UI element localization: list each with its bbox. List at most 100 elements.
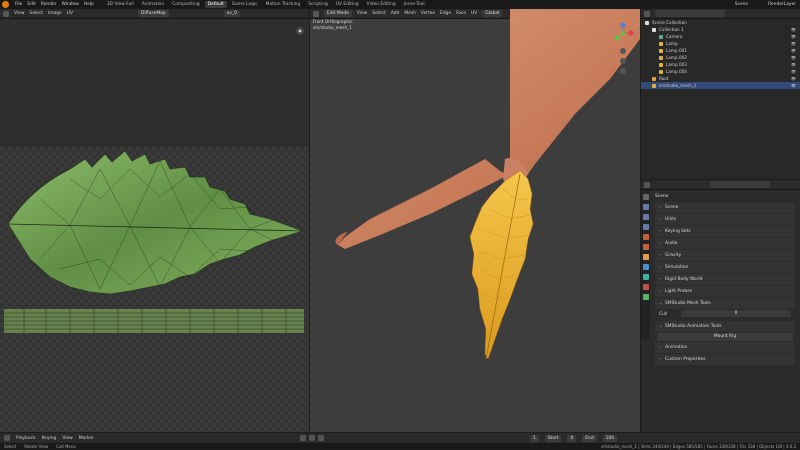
tool-tab-icon[interactable] <box>642 194 649 200</box>
uv-map-selector[interactable]: uv_0 <box>223 10 240 17</box>
outliner-item-icon <box>659 69 663 74</box>
workspace-tab-jesse-tool[interactable]: Jesse-Tool <box>401 1 428 8</box>
timeline-menu-marker[interactable]: Marker <box>79 436 94 441</box>
object-tab-icon[interactable] <box>642 254 649 260</box>
uv-menu-select[interactable]: Select <box>29 11 43 16</box>
current-frame-field[interactable]: 1 <box>529 434 539 442</box>
visibility-icon[interactable]: 👁 <box>791 33 796 40</box>
zoom-icon[interactable] <box>620 48 626 54</box>
outliner-row[interactable]: Lamp.004 👁 <box>641 68 800 75</box>
panel-scene[interactable]: Scene <box>655 202 795 213</box>
menu-file[interactable]: File <box>15 2 22 7</box>
panel-units[interactable]: Units <box>655 214 795 225</box>
timeline-menu-keying[interactable]: Keying <box>42 436 57 441</box>
workspace-tab-game-logic[interactable]: Game Logic <box>229 1 261 8</box>
panel-animation[interactable]: Animation <box>655 342 795 353</box>
camera-view-icon[interactable] <box>620 68 626 74</box>
visibility-icon[interactable]: 👁 <box>791 75 796 82</box>
viewport-scene[interactable] <box>310 9 640 432</box>
editor-type-icon[interactable] <box>4 435 10 441</box>
outliner-item-icon <box>652 27 656 32</box>
outliner-row[interactable]: Root 👁 <box>641 75 800 82</box>
panel-keying-sets[interactable]: Keying Sets <box>655 226 795 237</box>
leaf-mesh[interactable] <box>469 170 534 360</box>
properties-editor: Scene SceneUnitsKeying SetsAudioGravityS… <box>641 180 800 432</box>
visibility-icon[interactable]: 👁 <box>791 26 796 33</box>
panel-simulation[interactable]: Simulation <box>655 262 795 273</box>
jump-start-icon[interactable] <box>299 435 306 441</box>
visibility-icon[interactable]: 👁 <box>791 54 796 61</box>
render-tab-icon[interactable] <box>642 204 649 210</box>
menu-help[interactable]: Help <box>84 2 94 7</box>
workspace-tab-scripting[interactable]: Scripting <box>305 1 331 8</box>
cull-field[interactable]: 0 <box>681 310 791 317</box>
panel-audio[interactable]: Audio <box>655 238 795 249</box>
panel-smstudio-animation-tools[interactable]: SMStudio Animation Tools <box>655 321 795 332</box>
uv-canvas[interactable] <box>0 19 309 432</box>
timeline-menu-view[interactable]: View <box>62 436 72 441</box>
timeline-menu-playback[interactable]: Playback <box>16 436 36 441</box>
visibility-icon[interactable]: 👁 <box>791 68 796 75</box>
image-selector[interactable]: DiffuseMap <box>137 10 169 17</box>
properties-search-field[interactable] <box>710 181 770 188</box>
outliner-row[interactable]: Scene Collection <box>641 19 800 26</box>
workspace-tab-motion-tracking[interactable]: Motion Tracking <box>263 1 304 8</box>
modifier-tab-icon[interactable] <box>642 264 649 270</box>
visibility-icon[interactable]: 👁 <box>791 82 796 89</box>
outliner-row[interactable]: smstudio_mesh_1 👁 <box>641 82 800 89</box>
workspace-tab-animation[interactable]: Animation <box>139 1 167 8</box>
workspace-tab-compositing[interactable]: Compositing <box>169 1 203 8</box>
play-icon[interactable] <box>308 435 315 441</box>
outliner-row[interactable]: Lamp.003 👁 <box>641 61 800 68</box>
start-frame-label: Start <box>544 434 562 442</box>
visibility-icon[interactable]: 👁 <box>791 40 796 47</box>
scene-selector[interactable]: Scene <box>735 2 748 7</box>
outliner-row[interactable]: Camera 👁 <box>641 33 800 40</box>
view-layer-selector[interactable]: RenderLayer <box>768 2 796 7</box>
status-hint-rotate-view: Rotate View <box>24 444 49 449</box>
outliner-row[interactable]: Lamp 👁 <box>641 40 800 47</box>
uv-nav-gizmo[interactable] <box>296 27 304 35</box>
view-layer-tab-icon[interactable] <box>642 224 649 230</box>
panel-custom-properties[interactable]: Custom Properties <box>655 354 795 365</box>
outliner-search-field[interactable] <box>655 10 725 17</box>
output-tab-icon[interactable] <box>642 214 649 220</box>
blender-logo-icon[interactable] <box>2 1 9 8</box>
outliner-row[interactable]: Collection 1 👁 <box>641 26 800 33</box>
workspace-tab-3d-view-full[interactable]: 3D View Full <box>104 1 137 8</box>
mount-rig-button[interactable]: Mount Rig <box>657 333 793 341</box>
panel-rigid-body-world[interactable]: Rigid Body World <box>655 274 795 285</box>
scene-statistics: smstudio_mesh_1 | Verts 244/244 | Edges … <box>601 444 796 449</box>
texture-tab-icon[interactable] <box>642 294 649 300</box>
workspace-tab-uv-editing[interactable]: UV Editing <box>333 1 362 8</box>
panel-gravity[interactable]: Gravity <box>655 250 795 261</box>
material-tab-icon[interactable] <box>642 284 649 290</box>
panel-smstudio-mesh-tools[interactable]: SMStudio Mesh Tools <box>655 298 795 309</box>
outliner-item-label: Lamp <box>666 41 678 46</box>
editor-type-icon[interactable] <box>644 10 650 17</box>
panel-light-probes[interactable]: Light Probes <box>655 286 795 297</box>
uv-menu-image[interactable]: Image <box>48 11 62 16</box>
visibility-icon[interactable]: 👁 <box>791 47 796 54</box>
end-frame-field[interactable]: 100 <box>602 434 618 442</box>
visibility-icon[interactable]: 👁 <box>791 61 796 68</box>
start-frame-field[interactable]: 0 <box>567 434 577 442</box>
scene-tab-icon[interactable] <box>642 234 649 240</box>
outliner-row[interactable]: Lamp.002 👁 <box>641 54 800 61</box>
editor-type-icon[interactable] <box>644 181 650 188</box>
workspace-tab-video-editing[interactable]: Video Editing <box>364 1 399 8</box>
menu-render[interactable]: Render <box>41 2 57 7</box>
menu-window[interactable]: Window <box>62 2 79 7</box>
jump-end-icon[interactable] <box>317 435 324 441</box>
data-tab-icon[interactable] <box>642 274 649 280</box>
hand-pan-icon[interactable] <box>620 58 626 64</box>
uv-menu-uv[interactable]: UV <box>67 11 73 16</box>
workspace-tab-default[interactable]: Default <box>204 1 227 8</box>
menu-edit[interactable]: Edit <box>27 2 36 7</box>
uv-strip-islands[interactable] <box>4 309 304 333</box>
3d-viewport[interactable]: Edit Mode View Select Add Mesh Vertex Edge Fac… <box>310 9 640 432</box>
world-tab-icon[interactable] <box>642 244 649 250</box>
editor-type-icon[interactable] <box>3 10 9 17</box>
uv-menu-view[interactable]: View <box>14 11 24 16</box>
outliner-row[interactable]: Lamp.001 👁 <box>641 47 800 54</box>
